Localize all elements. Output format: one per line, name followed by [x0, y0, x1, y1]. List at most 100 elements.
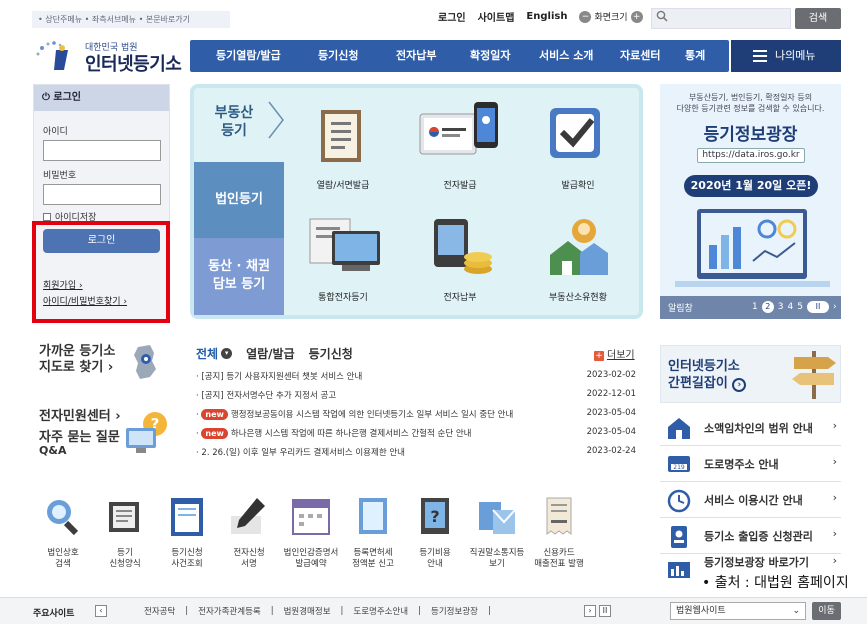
notice-row[interactable]: · 2. 26.(일) 이후 일부 우리카드 결제서비스 이용제한 안내 2023… — [196, 446, 636, 464]
banner-page-5[interactable]: 5 — [797, 302, 803, 312]
quick-link-license-tax[interactable]: 등록면허세 정액분 신고 — [342, 494, 404, 570]
quick-link-card-receipt[interactable]: 신용카드 매출전표 발행 — [528, 494, 590, 570]
court-sites-select[interactable]: 법원웹사이트 ⌄ — [670, 602, 806, 620]
notice-row[interactable]: · [공지] 등기 사용자지원센터 챗봇 서비스 안내 2023-02-02 — [196, 370, 636, 388]
nav-item-e-payment[interactable]: 전자납부 — [396, 40, 436, 72]
footer-links: 전자공탁 | 전자가족관계등록 | 법원경매정보 | 도로명주소안내 | 등기정보광장 | — [144, 605, 491, 617]
easy-guide-label: 인터넷등기소 간편길잡이 › — [668, 358, 747, 392]
notice-row[interactable]: · new 하나은행 시스템 작업에 따른 하나은행 결제서비스 간헐적 순단 안… — [196, 427, 636, 445]
sitemap-link[interactable]: 사이트맵 — [478, 9, 515, 24]
my-menu-button[interactable]: 나의메뉴 — [731, 40, 841, 72]
service-integrated-e-registry[interactable]: 통합전자등기 — [283, 290, 403, 303]
service-hours-item[interactable]: 서비스 이용시간 안내 › — [660, 482, 841, 518]
search-button[interactable]: 검색 — [795, 8, 841, 29]
service-e-issue[interactable]: 전자발급 — [400, 178, 520, 191]
new-badge: new — [201, 428, 228, 439]
footer-link[interactable]: 도로명주소안내 — [353, 605, 408, 617]
footer-pause-icon[interactable]: II — [599, 605, 611, 617]
footer-link[interactable]: 전자공탁 — [144, 605, 175, 617]
notice-tabs: 전체 ▾ 열람/발급 등기신청 — [196, 345, 353, 362]
e-civil-center-link[interactable]: 전자민원센터 › — [39, 409, 121, 425]
site-logo[interactable]: 인터넷등기소 — [85, 50, 182, 76]
nearby-registry-link[interactable]: 가까운 등기소 지도로 찾기 › — [39, 344, 115, 376]
main-nav: 등기열람/발급 등기신청 전자납부 확정일자 서비스 소개 자료센터 통계 — [190, 40, 729, 72]
zoom-out-icon[interactable]: − — [579, 10, 592, 23]
service-view-issue[interactable]: 열람/서면발급 — [283, 178, 403, 191]
notice-row[interactable]: · new 행정정보공동이용 시스템 작업에 의한 인터넷등기소 일부 서비스 일… — [196, 408, 636, 426]
alert-window-label[interactable]: 알림창 — [668, 301, 693, 314]
notice-row[interactable]: · [공지] 전자서명수단 추가 지정서 공고 2022-12-01 — [196, 389, 636, 407]
document-view-icon[interactable] — [313, 106, 373, 166]
footer-link[interactable]: 전자가족관계등록 — [198, 605, 261, 617]
small-tenant-range-item[interactable]: 소액임차인의 범위 안내 › — [660, 410, 841, 446]
my-menu-label: 나의메뉴 — [775, 49, 816, 62]
banner-page-1[interactable]: 1 — [752, 302, 758, 312]
property-ownership-icon[interactable] — [546, 215, 612, 279]
notice-tab-apply[interactable]: 등기신청 — [309, 345, 353, 362]
pause-icon[interactable]: II — [806, 301, 829, 313]
e-issue-icon[interactable] — [416, 100, 506, 166]
next-icon[interactable]: › — [833, 302, 837, 312]
calendar-icon — [292, 499, 330, 535]
highlight-box — [32, 221, 170, 323]
service-e-payment[interactable]: 전자납부 — [400, 290, 520, 303]
footer-link[interactable]: 등기정보광장 — [431, 605, 478, 617]
chevron-right-icon — [268, 101, 284, 139]
remember-id-checkbox[interactable] — [43, 212, 51, 221]
nav-item-apply[interactable]: 등기신청 — [318, 40, 358, 72]
tab-movable-asset[interactable]: 동산 · 채권 담보 등기 — [194, 238, 284, 315]
top-login-link[interactable]: 로그인 — [438, 9, 466, 24]
nav-item-view-issue[interactable]: 등기열람/발급 — [216, 40, 281, 72]
quick-link-corp-name-search[interactable]: 법인상호 검색 — [32, 494, 94, 570]
pen-icon — [231, 498, 265, 534]
quick-link-seal-certificate[interactable]: 법인인감증명서 발급예약 — [280, 494, 342, 570]
quick-link-e-signature[interactable]: 전자신청 서명 — [218, 494, 280, 570]
quick-link-forms[interactable]: 등기 신청양식 — [94, 494, 156, 570]
integrated-e-registry-icon[interactable] — [306, 215, 384, 277]
forms-icon — [109, 502, 139, 532]
zoom-in-icon[interactable]: + — [630, 10, 643, 23]
banner-page-3[interactable]: 3 — [778, 302, 784, 312]
road-address-item[interactable]: 219 도로명주소 안내 › — [660, 446, 841, 482]
e-payment-icon[interactable] — [430, 215, 496, 281]
source-caption: • 출처 : 대법원 홈페이지 — [702, 575, 849, 591]
banner-open-date: 2020년 1월 20일 오픈! — [684, 175, 818, 197]
house-person-icon — [668, 418, 690, 439]
court-logo-icon[interactable] — [34, 40, 78, 72]
go-button[interactable]: 이동 — [812, 602, 841, 620]
footer-next-icon[interactable]: › — [584, 605, 596, 617]
magnifier-icon — [47, 500, 79, 536]
banner-page-2[interactable]: 2 — [761, 301, 774, 313]
korea-map-icon — [134, 345, 156, 379]
nav-item-fixed-date[interactable]: 확정일자 — [470, 40, 510, 72]
password-field[interactable] — [43, 184, 161, 205]
more-link[interactable]: + 더보기 — [594, 346, 635, 361]
nav-item-service-intro[interactable]: 서비스 소개 — [539, 40, 593, 72]
notice-tab-view-issue[interactable]: 열람/발급 — [246, 345, 295, 362]
verify-check-icon[interactable] — [546, 104, 606, 164]
svg-text:219: 219 — [673, 464, 685, 471]
footer-prev-icon[interactable]: ‹ — [95, 605, 107, 617]
id-badge-icon — [671, 526, 687, 548]
service-verify[interactable]: 발급확인 — [518, 178, 638, 191]
id-field[interactable] — [43, 140, 161, 161]
search-input[interactable] — [651, 8, 791, 29]
tab-corporate[interactable]: 법인등기 — [194, 162, 284, 238]
arrow-right-icon: › — [732, 378, 747, 392]
data-plaza-item[interactable]: 등기정보광장 바로가기 › — [660, 554, 841, 578]
nav-item-data-center[interactable]: 자료센터 — [620, 40, 660, 72]
quick-link-cancel-notice[interactable]: 직권말소통지등 보기 — [466, 494, 528, 570]
skip-links[interactable]: • 상단주메뉴 • 좌측서브메뉴 • 본문바로가기 — [32, 11, 230, 28]
quick-link-cost-guide[interactable]: ? 등기비용 안내 — [404, 494, 466, 570]
access-pass-item[interactable]: 등기소 출입증 신청관리 › — [660, 518, 841, 554]
nav-item-statistics[interactable]: 통계 — [685, 40, 705, 72]
signpost-icon — [792, 351, 836, 399]
service-property-ownership[interactable]: 부동산소유현황 — [518, 290, 638, 303]
english-link[interactable]: English — [526, 11, 567, 22]
notice-tab-all[interactable]: 전체 ▾ — [196, 345, 233, 362]
faq-link[interactable]: 자주 묻는 질문 Q&A — [39, 431, 120, 457]
quick-link-case-lookup[interactable]: 등기신청 사건조회 — [156, 494, 218, 570]
login-panel-header: ⏻ 로그인 — [34, 85, 169, 111]
footer-link[interactable]: 법원경매정보 — [284, 605, 331, 617]
banner-page-4[interactable]: 4 — [787, 302, 793, 312]
